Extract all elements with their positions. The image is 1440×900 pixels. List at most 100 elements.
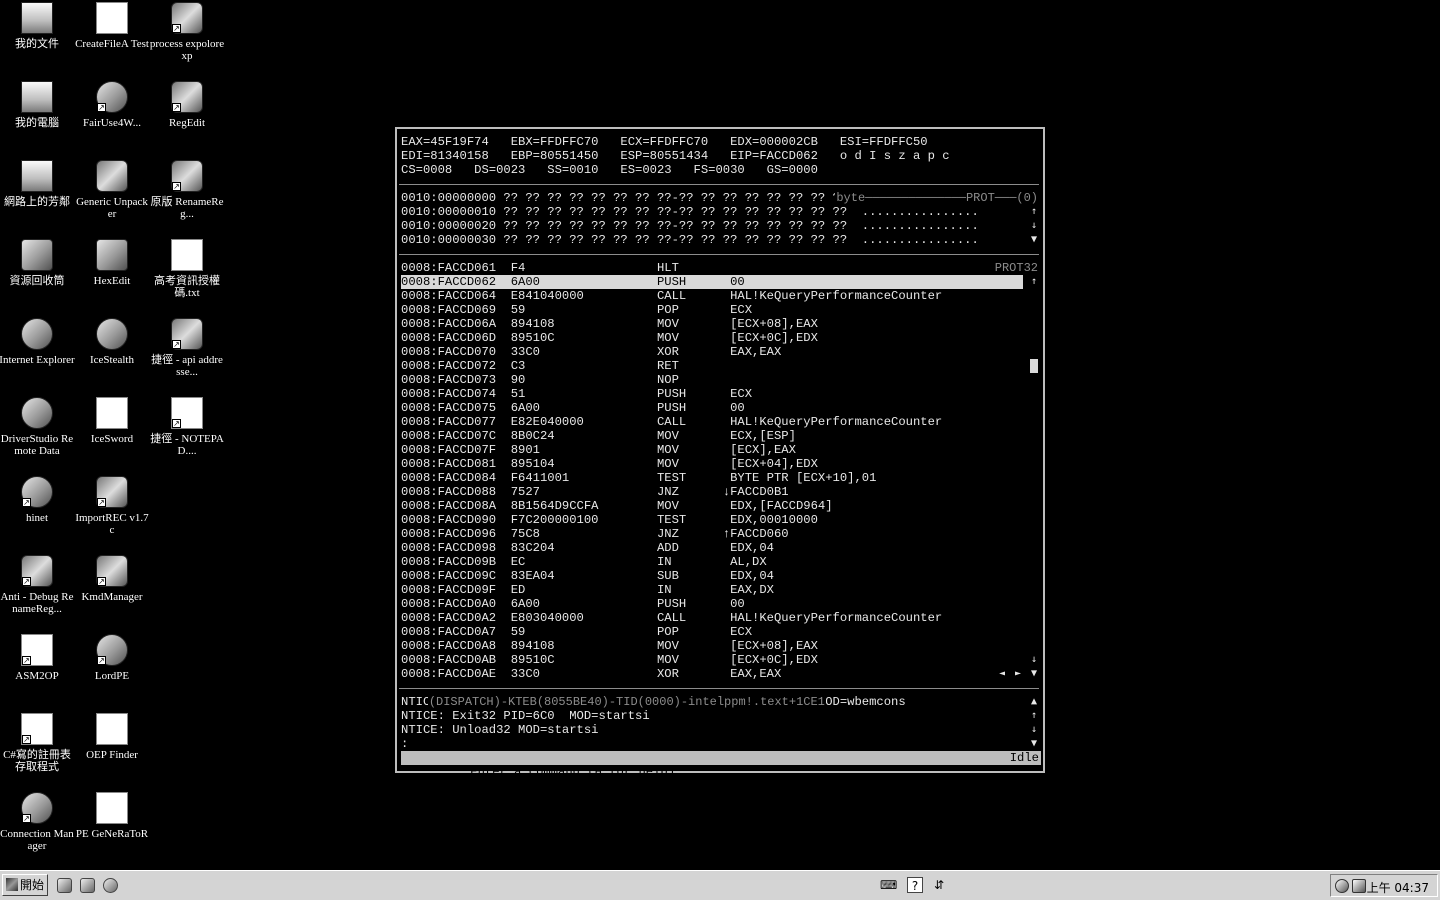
desktop-icon-my-computer[interactable]: 我的電腦 [0, 81, 75, 129]
code-line[interactable]: 0008:FACCD070 33C0 XOR EAX,EAX [401, 345, 781, 359]
icon-label: 我的文件 [15, 38, 59, 50]
code-scroll-down-icon[interactable]: ▼ [1029, 667, 1039, 681]
unpacker-icon [96, 160, 128, 192]
log-line: NTICE: Unload32 MOD=startsi [401, 723, 599, 737]
code-line[interactable]: 0008:FACCD061 F4 HLT [401, 261, 679, 275]
code-line[interactable]: 0008:FACCD09F ED IN EAX,DX [401, 583, 774, 597]
code-line[interactable]: 0008:FACCD08A 8B1564D9CCFA MOV EDX,[FACC… [401, 499, 833, 513]
data-scroll-down-icon[interactable]: ▼ [1029, 233, 1039, 247]
softice-debugger-window[interactable]: EAX=45F19F74 EBX=FFDFFC70 ECX=FFDFFC70 E… [395, 127, 1045, 779]
speaker-icon[interactable] [1335, 879, 1349, 893]
code-line[interactable]: 0008:FACCD06A 894108 MOV [ECX+08],EAX [401, 317, 818, 331]
desktop-icon-icesword[interactable]: IceSword [74, 397, 150, 445]
icon-label: RegEdit [168, 117, 206, 129]
log-scroll-up-icon[interactable]: ▲ [1029, 695, 1039, 709]
pe-generator-icon [96, 792, 128, 824]
monitor-icon[interactable] [1352, 879, 1366, 893]
desktop-icon-csharp-app[interactable]: ↗ C#寫的註冊表存取程式 [0, 713, 75, 773]
desktop-icon-notepad-shortcut[interactable]: ↗ 捷徑 - NOTEPAD.... [149, 397, 225, 457]
code-line[interactable]: 0008:FACCD0A7 59 POP ECX [401, 625, 752, 639]
code-line[interactable]: 0008:FACCD081 895104 MOV [ECX+04],EDX [401, 457, 818, 471]
desktop-icon-importrec[interactable]: ↗ ImportREC v1.7c [74, 476, 150, 536]
data-line: 0010:00000010 ?? ?? ?? ?? ?? ?? ?? ??-??… [401, 205, 979, 219]
desktop-icon-driverstudio[interactable]: DriverStudio Remote Data [0, 397, 75, 457]
network-icon[interactable]: ⇵ [931, 877, 947, 893]
desktop-icon-pe-generator[interactable]: PE GeNeRaToR [74, 792, 150, 840]
code-line[interactable]: 0008:FACCD0A8 894108 MOV [ECX+08],EAX [401, 639, 818, 653]
code-line[interactable]: 0008:FACCD090 F7C200000100 TEST EDX,0001… [401, 513, 818, 527]
desktop-icon-hexedit[interactable]: HexEdit [74, 239, 150, 287]
code-line[interactable]: 0008:FACCD088 7527 JNZ ↓FACCD0B1 [401, 485, 789, 499]
code-line[interactable]: 0008:FACCD09B EC IN AL,DX [401, 555, 767, 569]
code-scroll-thumb[interactable] [1030, 359, 1038, 373]
code-line[interactable]: 0008:FACCD09C 83EA04 SUB EDX,04 [401, 569, 774, 583]
code-line[interactable]: 0008:FACCD069 59 POP ECX [401, 303, 752, 317]
code-line[interactable]: 0008:FACCD098 83C204 ADD EDX,04 [401, 541, 774, 555]
log-scroll-down-icon[interactable]: ▼ [1029, 737, 1039, 751]
desktop-icon-anti-debug[interactable]: ↗ Anti - Debug RenameReg... [0, 555, 75, 615]
taskbar: 開始 ⌨ ? ⇵ 上午 04:37 [0, 870, 1440, 900]
desktop-icon-createfile-test[interactable]: CreateFileA Test [74, 2, 150, 50]
desktop-icon-my-documents[interactable]: 我的文件 [0, 2, 75, 50]
log-page-down-icon[interactable]: ↓ [1029, 723, 1039, 737]
data-page-up-icon[interactable]: ↑ [1029, 205, 1039, 219]
desktop-icon-network-places[interactable]: 網路上的芳鄰 [0, 160, 75, 208]
start-button[interactable]: 開始 [2, 874, 48, 896]
desktop-icon-recycle-bin[interactable]: 資源回收筒 [0, 239, 75, 287]
code-scroll-left-icon[interactable]: ◄ [997, 667, 1007, 681]
icestealth-icon [96, 318, 128, 350]
desktop-icon-oep-finder[interactable]: OEP Finder [74, 713, 150, 761]
icon-label: 原版 RenameReg... [150, 196, 224, 220]
clock[interactable]: 上午 04:37 [1367, 879, 1429, 896]
desktop-icon-regedit[interactable]: ↗ RegEdit [149, 81, 225, 129]
desktop-icon-generic-unpacker[interactable]: Generic Unpacker [74, 160, 150, 220]
code-line[interactable]: 0008:FACCD0AB 89510C MOV [ECX+0C],EDX [401, 653, 818, 667]
desktop-icon-icestealth[interactable]: IceStealth [74, 318, 150, 366]
keyboard-icon[interactable]: ⌨ [880, 877, 897, 893]
code-line[interactable]: 0008:FACCD084 F6411001 TEST BYTE PTR [EC… [401, 471, 876, 485]
code-line[interactable]: 0008:FACCD07F 8901 MOV [ECX],EAX [401, 443, 796, 457]
code-line[interactable]: 0008:FACCD072 C3 RET [401, 359, 679, 373]
desktop-icon-connection-manager[interactable]: ↗ Connection Manager [0, 792, 75, 852]
register-line: EDI=81340158 EBP=80551450 ESP=80551434 E… [401, 149, 950, 163]
code-line[interactable]: 0008:FACCD073 90 NOP [401, 373, 679, 387]
desktop-icon-kmdmanager[interactable]: ↗ KmdManager [74, 555, 150, 603]
current-instruction-line[interactable]: 0008:FACCD062 6A00 PUSH 00 [401, 275, 1023, 289]
desktop-icon-hinet[interactable]: ↗ hinet [0, 476, 75, 524]
desktop-icon-internet-explorer[interactable]: Internet Explorer [0, 318, 75, 366]
code-page-up-icon[interactable]: ↑ [1029, 275, 1039, 289]
text-file-icon [171, 239, 203, 271]
desktop-icon-api-shortcut[interactable]: ↗ 捷徑 - api addresse... [149, 318, 225, 378]
command-input-line[interactable]: : [401, 737, 408, 751]
code-line[interactable]: 0008:FACCD074 51 PUSH ECX [401, 387, 752, 401]
oep-finder-icon [96, 713, 128, 745]
ie-icon[interactable] [57, 878, 72, 893]
recycle-bin-icon [21, 239, 53, 271]
desktop-icon-lordpe[interactable]: ↗ LordPE [74, 634, 150, 682]
desktop-icon-fairuse[interactable]: ↗ FairUse4W... [74, 81, 150, 129]
log-page-up-icon[interactable]: ↑ [1029, 709, 1039, 723]
outlook-express-icon[interactable] [80, 878, 95, 893]
code-line[interactable]: 0008:FACCD077 E82E040000 CALL HAL!KeQuer… [401, 415, 942, 429]
desktop-icon-process-explorer[interactable]: ↗ process expolore xp [149, 2, 225, 62]
code-line[interactable]: 0008:FACCD07C 8B0C24 MOV ECX,[ESP] [401, 429, 796, 443]
code-line[interactable]: 0008:FACCD064 E841040000 CALL HAL!KeQuer… [401, 289, 942, 303]
desktop-icon-renamereg[interactable]: ↗ 原版 RenameReg... [149, 160, 225, 220]
code-scroll-right-icon[interactable]: ► [1013, 667, 1023, 681]
code-line[interactable]: 0008:FACCD0A2 E803040000 CALL HAL!KeQuer… [401, 611, 942, 625]
media-player-icon[interactable] [103, 878, 118, 893]
status-line: (DISPATCH)-KTEB(8055BE40)-TID(0000)-inte… [427, 695, 826, 709]
code-line[interactable]: 0008:FACCD075 6A00 PUSH 00 [401, 401, 745, 415]
icon-label: PE GeNeRaToR [75, 828, 149, 840]
data-page-down-icon[interactable]: ↓ [1029, 219, 1039, 233]
code-line[interactable]: 0008:FACCD0AE 33C0 XOR EAX,EAX [401, 667, 781, 681]
desktop-icon-asm2op[interactable]: ↗ ASM2OP [0, 634, 75, 682]
driverstudio-icon [21, 397, 53, 429]
code-page-down-icon[interactable]: ↓ [1029, 653, 1039, 667]
desktop-icon-text-file[interactable]: 高考資訊授權碼.txt [149, 239, 225, 299]
help-icon[interactable]: ? [907, 877, 923, 893]
code-line[interactable]: 0008:FACCD096 75C8 JNZ ↑FACCD060 [401, 527, 789, 541]
code-line[interactable]: 0008:FACCD0A0 6A00 PUSH 00 [401, 597, 745, 611]
code-line[interactable]: 0008:FACCD06D 89510C MOV [ECX+0C],EDX [401, 331, 818, 345]
regedit-icon: ↗ [171, 81, 203, 113]
